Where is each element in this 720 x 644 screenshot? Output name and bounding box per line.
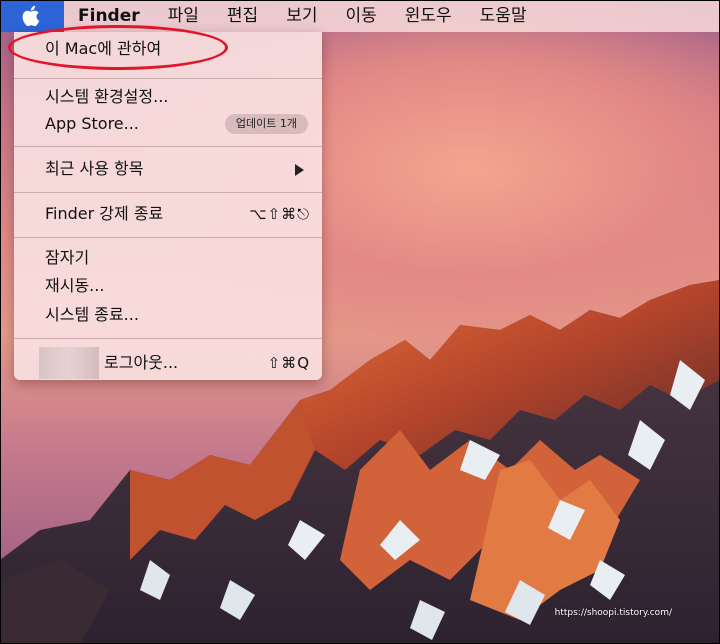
apple-icon [22,5,40,27]
menu-separator [14,78,322,79]
menu-item-restart[interactable]: 재시동... [14,273,322,299]
sleep-label: 잠자기 [45,248,90,267]
system-prefs-label: 시스템 환경설정... [45,87,169,106]
apple-menu-button[interactable] [0,0,64,32]
submenu-arrow-icon [295,164,304,176]
force-quit-shortcut: ⌥⇧⌘⎋ [249,205,310,223]
menu-item-recent-items[interactable]: 최근 사용 항목 [14,156,322,182]
menu-separator [14,192,322,193]
redacted-username [39,347,99,379]
menu-view[interactable]: 보기 [272,0,331,32]
about-label: 이 Mac에 관하여 [45,39,162,58]
menu-separator [14,338,322,339]
menu-window[interactable]: 윈도우 [391,0,466,32]
menu-item-sleep[interactable]: 잠자기 [14,245,322,271]
apple-menu-dropdown: 이 Mac에 관하여 시스템 환경설정... App Store... 업데이트… [14,32,322,380]
menu-item-shutdown[interactable]: 시스템 종료... [14,302,322,328]
menu-finder[interactable]: Finder [64,0,154,32]
menu-bar: Finder 파일 편집 보기 이동 윈도우 도움말 [0,0,720,32]
menu-item-system-preferences[interactable]: 시스템 환경설정... [14,84,322,110]
logout-shortcut: ⇧⌘Q [267,354,310,372]
menu-separator [14,146,322,147]
menu-item-app-store[interactable]: App Store... 업데이트 1개 [14,111,322,137]
logout-label: 로그아웃... [104,353,179,372]
menu-go[interactable]: 이동 [331,0,390,32]
app-store-label: App Store... [45,114,139,133]
menu-help[interactable]: 도움말 [466,0,541,32]
menu-item-logout[interactable]: 로그아웃... ⇧⌘Q [14,344,322,382]
restart-label: 재시동... [45,276,105,295]
update-badge: 업데이트 1개 [224,114,308,134]
force-quit-label: Finder 강제 종료 [45,204,164,223]
shutdown-label: 시스템 종료... [45,305,139,324]
menu-separator [14,237,322,238]
watermark: https://shoopi.tistory.com/ [554,608,672,618]
recent-items-label: 최근 사용 항목 [45,159,144,178]
menu-file[interactable]: 파일 [154,0,213,32]
menu-item-about-this-mac[interactable]: 이 Mac에 관하여 [14,36,322,62]
menu-item-force-quit[interactable]: Finder 강제 종료 ⌥⇧⌘⎋ [14,201,322,227]
menu-edit[interactable]: 편집 [213,0,272,32]
